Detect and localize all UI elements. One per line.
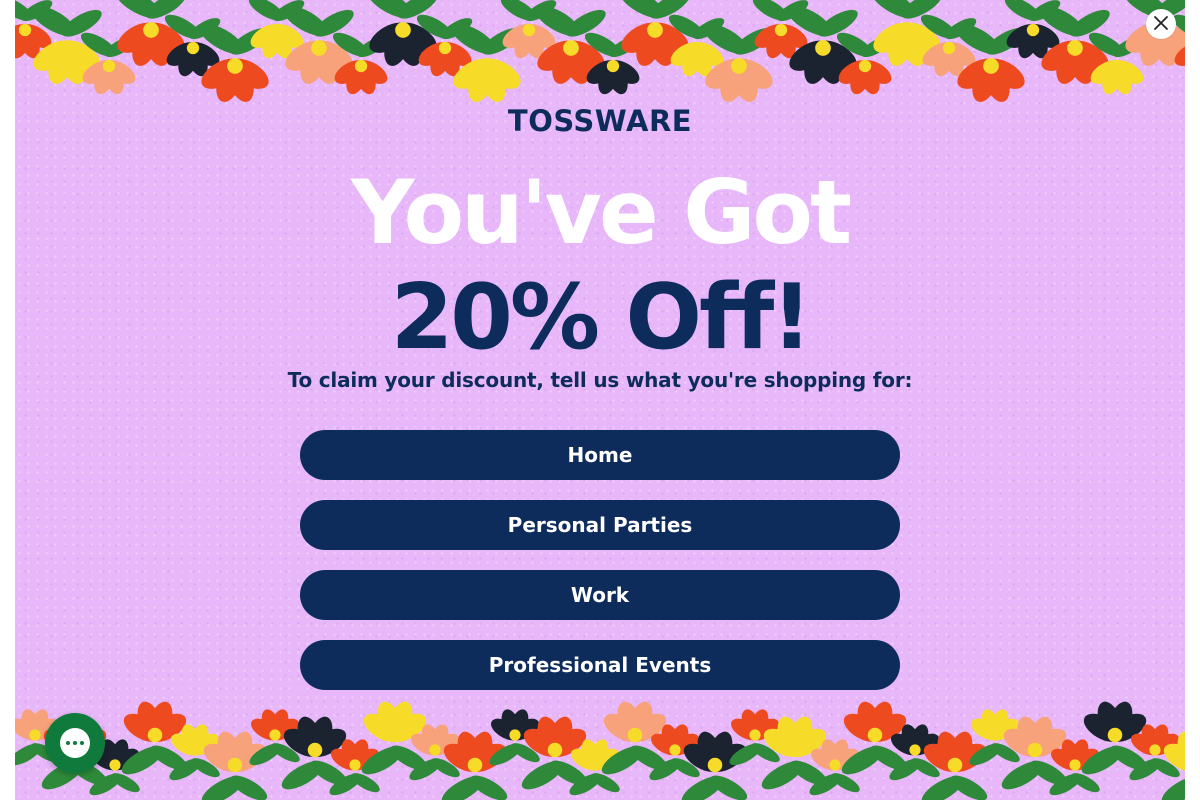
headline-line-1: You've Got [350, 161, 852, 264]
option-work-button[interactable]: Work [300, 570, 900, 620]
close-icon [1153, 15, 1169, 34]
brand-logo: TOSSWARE [507, 104, 693, 138]
option-professional-events-button[interactable]: Professional Events [300, 640, 900, 690]
option-home-button[interactable]: Home [300, 430, 900, 480]
option-personal-parties-button[interactable]: Personal Parties [300, 500, 900, 550]
shopping-options: Home Personal Parties Work Professional … [300, 430, 900, 710]
floral-border-top [15, 0, 1185, 120]
floral-border-bottom [15, 695, 1185, 800]
discount-popup: TOSSWARE You've Got 20% Off! To claim yo… [15, 0, 1185, 800]
chat-launcher-button[interactable] [45, 713, 105, 773]
headline-discount: 20% Off! [390, 265, 813, 370]
subtitle: To claim your discount, tell us what you… [287, 368, 913, 392]
close-button[interactable] [1146, 9, 1176, 39]
chat-icon [60, 728, 90, 758]
